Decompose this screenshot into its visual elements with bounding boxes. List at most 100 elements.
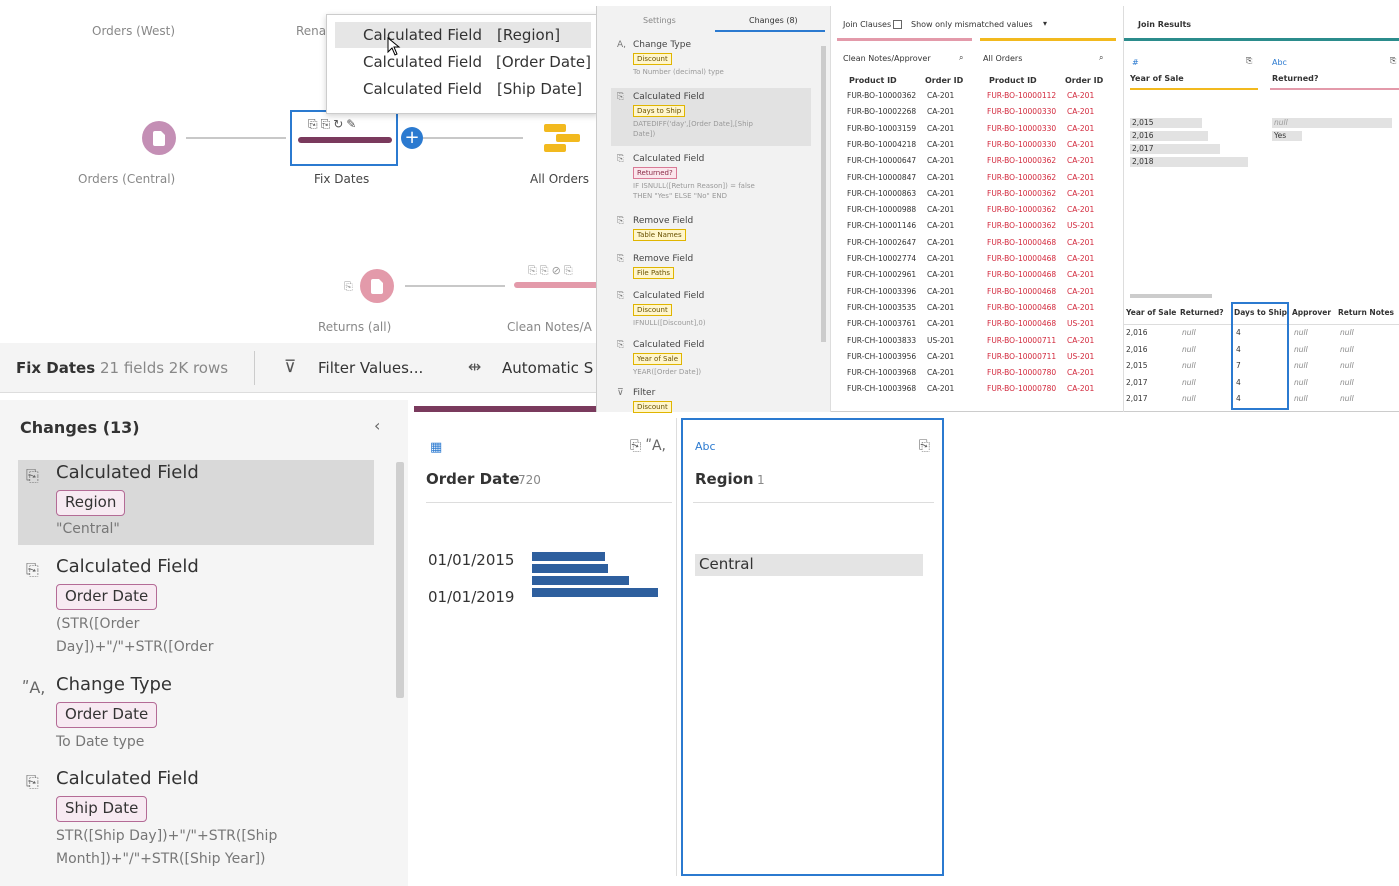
- histogram-bar[interactable]: [532, 576, 629, 585]
- clean-notes-step-bar[interactable]: [514, 282, 600, 288]
- tab-changes[interactable]: Changes (8): [749, 16, 798, 25]
- scrollbar[interactable]: [1130, 294, 1212, 298]
- left-row-order-id: CA-201: [927, 254, 955, 263]
- distinct-count: 720: [518, 473, 541, 487]
- histogram-bar[interactable]: [532, 588, 658, 597]
- left-row-product-id: FUR-CH-10000988: [847, 205, 917, 215]
- selected-column[interactable]: [1231, 302, 1289, 410]
- menu-item-calc-region[interactable]: Calculated Field [Region]: [335, 22, 591, 48]
- collapse-chevron-icon[interactable]: ‹: [374, 416, 380, 435]
- search-icon[interactable]: ⌕: [1099, 53, 1103, 63]
- right-row-product-id: FUR-BO-10000362: [987, 172, 1057, 182]
- grid-cell: null: [1182, 328, 1196, 337]
- filter-icon: ⊽: [284, 357, 297, 377]
- grid-cell: 2,017: [1126, 377, 1148, 387]
- left-row-product-id: FUR-CH-10003968: [847, 384, 917, 394]
- string-type-icon: Abc: [695, 440, 716, 453]
- calculated-field-icon[interactable]: ⎘: [1390, 56, 1396, 66]
- year-bar[interactable]: 2,018: [1130, 157, 1248, 167]
- calculated-field-icon[interactable]: ⎘: [919, 438, 930, 454]
- change-item[interactable]: ʺA, Change Type Order Date To Date type: [18, 672, 374, 758]
- input-node-returns[interactable]: [360, 269, 394, 303]
- mismatch-checkbox[interactable]: [893, 20, 902, 29]
- step-node-fix-dates[interactable]: ⎘⎘↻✎: [290, 110, 398, 166]
- mini-field-pill: File Paths: [633, 267, 674, 279]
- change-type-icon: ʺA,: [22, 678, 46, 697]
- string-type-icon: Abc: [1272, 58, 1287, 67]
- right-row-order-id: CA-201: [1067, 254, 1095, 263]
- mini-change-title: Calculated Field: [633, 154, 705, 164]
- right-row-order-id: CA-201: [1067, 302, 1095, 312]
- right-row-product-id: FUR-BO-10000362: [987, 205, 1057, 215]
- year-bar[interactable]: 2,015: [1130, 118, 1202, 128]
- profile-card-region[interactable]: Abc ⎘ Region 1 Central: [681, 418, 944, 876]
- input-node-orders-central[interactable]: [142, 121, 176, 155]
- right-row-order-id: US-201: [1067, 351, 1095, 361]
- mouse-cursor-icon: [387, 37, 401, 56]
- tab-settings[interactable]: Settings: [643, 16, 676, 25]
- date-histogram[interactable]: [532, 552, 672, 602]
- filter-values-button[interactable]: Filter Values...: [318, 359, 423, 377]
- grid-cell: null: [1182, 361, 1196, 370]
- flow-link: [405, 285, 505, 287]
- histogram-bar[interactable]: [532, 552, 605, 561]
- grid-cell: null: [1294, 361, 1308, 370]
- node-label-all-orders: All Orders: [530, 172, 590, 186]
- step-change-icons: ⎘⎘↻✎: [308, 117, 360, 131]
- scrollbar[interactable]: [396, 462, 404, 698]
- join-node-all-orders[interactable]: [544, 122, 580, 154]
- calculated-field-icon[interactable]: ⎘: [1246, 56, 1252, 66]
- year-bar[interactable]: 2,016: [1130, 131, 1208, 141]
- field-pill: Ship Date: [56, 796, 148, 822]
- field-pill: Order Date: [56, 584, 158, 610]
- mini-change-title: Calculated Field: [633, 92, 705, 102]
- add-step-button[interactable]: +: [401, 127, 423, 149]
- left-row-order-id: CA-201: [927, 188, 955, 198]
- change-item[interactable]: ⎘ Calculated Field Region "Central": [18, 460, 374, 545]
- grid-header[interactable]: Year of Sale: [1126, 308, 1176, 317]
- left-row-order-id: CA-201: [927, 221, 955, 231]
- mini-field-pill: Discount: [633, 53, 672, 65]
- left-row-product-id: FUR-BO-10000362: [847, 91, 917, 100]
- scrollbar[interactable]: [821, 46, 826, 342]
- grid-cell: null: [1340, 328, 1354, 337]
- change-type-icon[interactable]: ⎘ ʺA,: [630, 438, 666, 454]
- menu-item-calc-order-date[interactable]: Calculated Field [Order Date]: [335, 49, 591, 75]
- right-row-product-id: FUR-BO-10000468: [987, 237, 1057, 247]
- grid-cell: null: [1294, 377, 1308, 387]
- left-row-order-id: CA-201: [927, 123, 955, 133]
- automatic-split-button[interactable]: Automatic S: [502, 359, 593, 377]
- returned-bar[interactable]: Yes: [1272, 131, 1302, 141]
- grid-header[interactable]: Return Notes: [1338, 308, 1394, 317]
- grid-header[interactable]: Approver: [1292, 308, 1331, 317]
- node-label-returns: Returns (all): [318, 320, 392, 334]
- profile-card-order-date[interactable]: ▦ ⎘ ʺA, Order Date 720 01/01/2015 01/01/…: [416, 418, 676, 876]
- left-row-product-id: FUR-CH-10002961: [847, 270, 917, 280]
- histogram-bar[interactable]: [532, 564, 608, 573]
- right-row-order-id: CA-201: [1067, 188, 1095, 198]
- chevron-down-icon[interactable]: ▾: [1043, 19, 1047, 28]
- left-row-product-id: FUR-CH-10003761: [847, 319, 917, 329]
- add-step-menu: Calculated Field [Region] Calculated Fiel…: [326, 14, 598, 114]
- right-row-order-id: CA-201: [1067, 335, 1095, 345]
- menu-item-calc-ship-date[interactable]: Calculated Field [Ship Date]: [335, 76, 591, 102]
- left-row-order-id: CA-201: [927, 156, 955, 166]
- left-row-product-id: FUR-BO-10003159: [847, 123, 917, 133]
- grid-cell: 2,016: [1126, 328, 1148, 337]
- left-row-order-id: CA-201: [927, 270, 955, 280]
- returned-bar[interactable]: null: [1272, 118, 1392, 128]
- mini-change-desc: DATEDIFF('day',[Order Date],[Ship: [633, 120, 753, 128]
- grid-header[interactable]: Returned?: [1180, 308, 1224, 317]
- mini-results-pane: Join Results # ⎘ Year of Sale Abc ⎘ Retu…: [1123, 6, 1399, 412]
- right-row-product-id: FUR-BO-10000468: [987, 302, 1057, 312]
- change-item[interactable]: ⎘ Calculated Field Ship Date STR([Ship D…: [18, 766, 374, 878]
- search-icon[interactable]: ⌕: [959, 53, 963, 63]
- left-row-product-id: FUR-CH-10003833: [847, 335, 917, 345]
- grid-cell: null: [1182, 394, 1196, 403]
- mini-change-desc: IF ISNULL([Return Reason]) = false: [633, 182, 755, 190]
- left-row-order-id: CA-201: [927, 139, 955, 149]
- value-bar[interactable]: Central: [695, 554, 923, 576]
- change-item[interactable]: ⎘ Calculated Field Order Date (STR([Orde…: [18, 554, 374, 666]
- year-bar[interactable]: 2,017: [1130, 144, 1220, 154]
- left-row-order-id: CA-201: [927, 368, 955, 378]
